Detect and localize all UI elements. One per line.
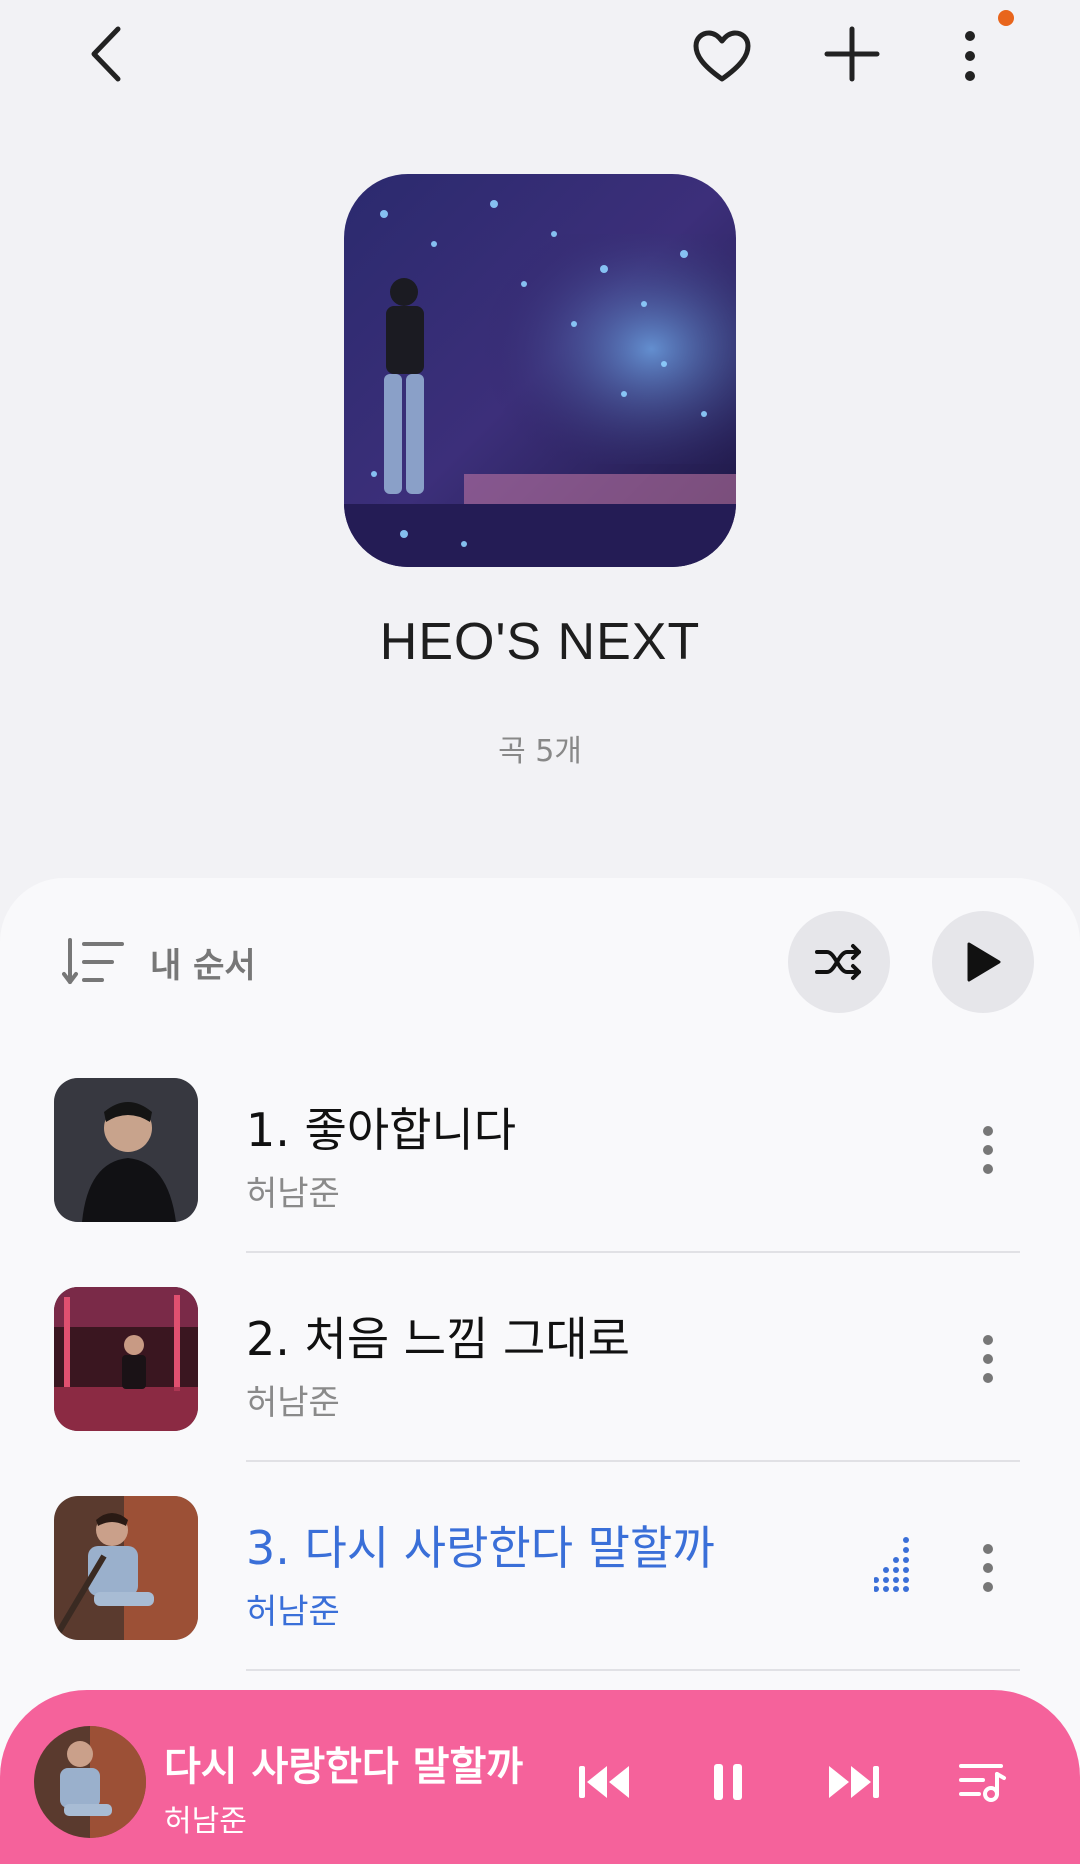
now-playing-equalizer-icon — [873, 1534, 914, 1598]
previous-button[interactable] — [572, 1750, 636, 1814]
queue-button[interactable] — [950, 1750, 1014, 1814]
track-row[interactable]: 1. 좋아합니다 허남준 — [0, 1078, 1080, 1286]
more-vertical-icon — [983, 1544, 993, 1592]
track-thumbnail — [54, 1078, 198, 1222]
divider — [246, 1460, 1020, 1462]
track-thumbnail — [54, 1287, 198, 1431]
back-arrow-icon — [91, 26, 121, 82]
previous-icon — [579, 1766, 629, 1798]
playlist-cover-art — [344, 174, 736, 567]
track-row[interactable]: 2. 처음 느낌 그대로 허남준 — [0, 1287, 1080, 1495]
sort-order-button[interactable]: 내 순서 — [62, 934, 256, 990]
now-playing-title: 다시 사랑한다 말할까 — [164, 1744, 524, 1790]
sort-icon — [62, 938, 124, 984]
sort-label: 내 순서 — [150, 945, 256, 986]
more-vertical-icon — [983, 1335, 993, 1383]
add-button[interactable] — [820, 22, 884, 86]
top-app-bar — [0, 0, 1080, 112]
more-vertical-icon — [983, 1126, 993, 1174]
track-more-button[interactable] — [966, 1536, 1010, 1600]
more-vertical-icon — [965, 31, 975, 81]
divider — [246, 1669, 1020, 1671]
next-button[interactable] — [822, 1750, 886, 1814]
playlist-title: HEO'S NEXT — [379, 613, 701, 671]
divider — [246, 1251, 1020, 1253]
play-icon — [967, 942, 1001, 982]
track-row-playing[interactable]: 3. 다시 사랑한다 말할까 허남준 — [0, 1496, 1080, 1704]
shuffle-icon — [815, 944, 861, 980]
favorite-button[interactable] — [688, 24, 756, 88]
plus-icon — [824, 26, 880, 82]
pause-button[interactable] — [696, 1750, 760, 1814]
track-artist: 허남준 — [246, 1174, 340, 1214]
now-playing-artist: 허남준 — [164, 1804, 247, 1839]
notification-dot — [998, 10, 1014, 26]
mini-player[interactable]: 다시 사랑한다 말할까 허남준 — [0, 1690, 1080, 1864]
track-thumbnail — [54, 1496, 198, 1640]
track-title: 2. 처음 느낌 그대로 — [246, 1312, 630, 1366]
next-icon — [829, 1766, 879, 1798]
heart-icon — [693, 30, 751, 82]
track-title: 3. 다시 사랑한다 말할까 — [246, 1521, 715, 1575]
track-more-button[interactable] — [966, 1118, 1010, 1182]
play-all-button[interactable] — [932, 911, 1034, 1013]
queue-icon — [959, 1764, 1006, 1802]
track-artist: 허남준 — [246, 1592, 340, 1632]
track-artist: 허남준 — [246, 1383, 340, 1423]
more-options-button[interactable] — [950, 24, 990, 88]
shuffle-button[interactable] — [788, 911, 890, 1013]
track-more-button[interactable] — [966, 1327, 1010, 1391]
pause-icon — [714, 1764, 742, 1800]
back-button[interactable] — [78, 22, 134, 86]
track-title: 1. 좋아합니다 — [246, 1103, 517, 1157]
mini-player-thumbnail — [34, 1726, 146, 1838]
song-count: 곡 5개 — [498, 734, 582, 769]
